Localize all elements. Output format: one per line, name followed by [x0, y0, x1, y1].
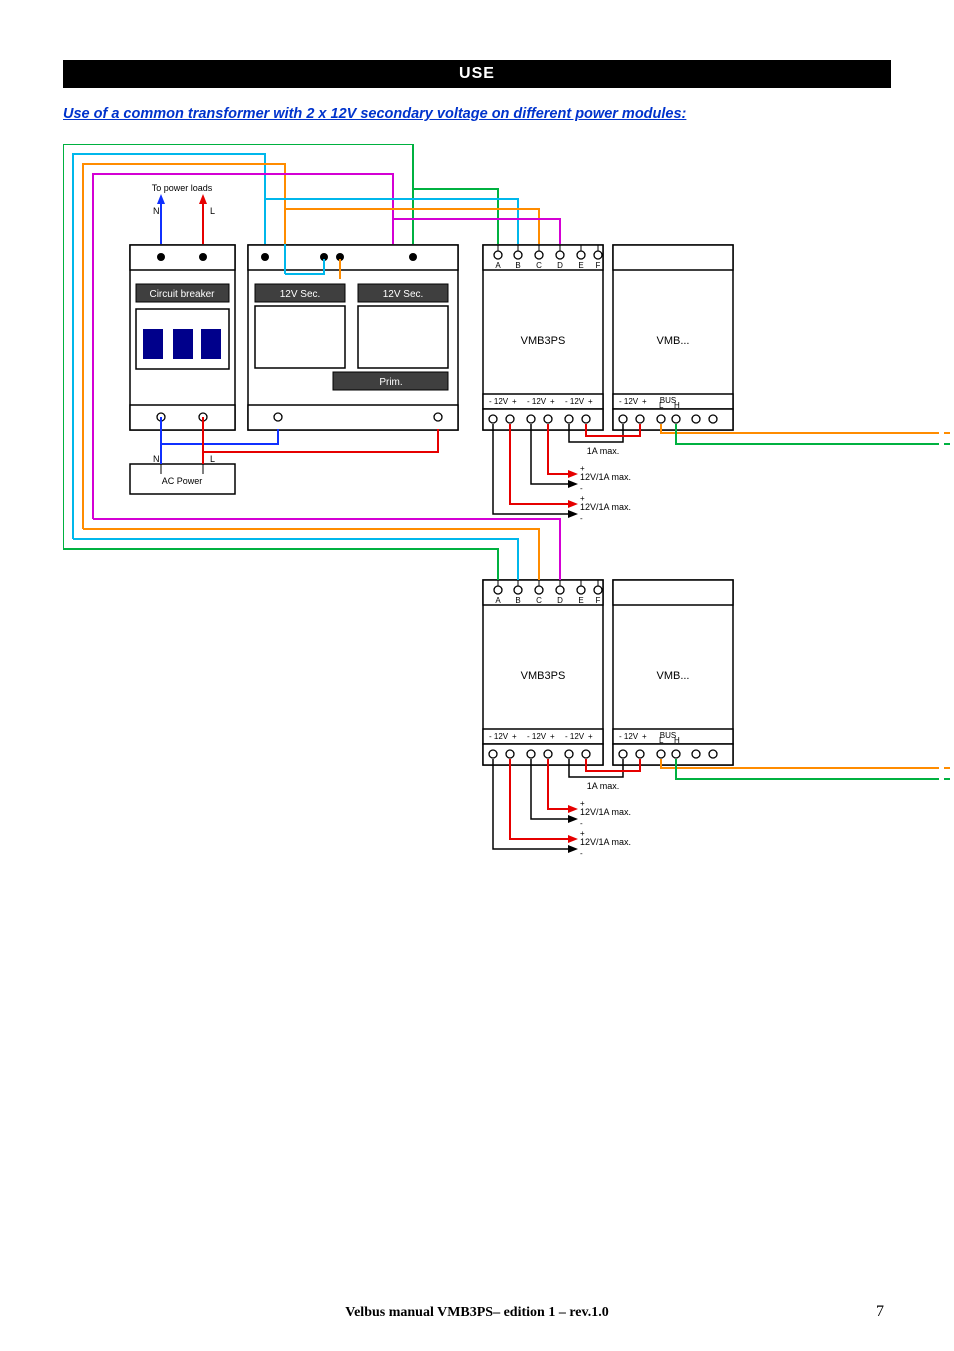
top-module-group: A B C D E F VMB3PS - 12V + - 12V	[483, 245, 933, 523]
term-f-1: F	[596, 261, 601, 270]
svg-text:-: -	[619, 732, 622, 741]
out-1a-2: 1A max.	[587, 781, 620, 791]
svg-text:-: -	[565, 732, 568, 741]
n-label-top: N	[153, 206, 160, 216]
svg-text:+: +	[642, 397, 647, 406]
n-label-bottom: N	[153, 454, 160, 464]
term-d-1: D	[557, 261, 563, 270]
bus-h-2: H	[674, 736, 680, 745]
l-label-top: L	[210, 206, 215, 216]
term-c-2: C	[536, 596, 542, 605]
svg-text:+: +	[550, 397, 555, 406]
out12v-1b: 12V/1A max.	[580, 502, 631, 512]
circuit-breaker-label: Circuit breaker	[149, 289, 215, 300]
out12v-1a: 12V/1A max.	[580, 472, 631, 482]
term-a-2: A	[495, 596, 501, 605]
12v-b1-d: 12V	[624, 397, 639, 406]
bus-l-1: L	[659, 401, 664, 410]
out12v-2b: 12V/1A max.	[580, 837, 631, 847]
vmb3ps-label-1: VMB3PS	[521, 335, 566, 347]
svg-text:+: +	[642, 732, 647, 741]
section-title: Use of a common transformer with 2 x 12V…	[63, 106, 891, 122]
to-power-loads: To power loads	[152, 183, 213, 193]
bus-h-1: H	[674, 401, 680, 410]
12v-b2-d: 12V	[624, 732, 639, 741]
header-title: USE	[459, 65, 495, 82]
wiring-diagram: To power loads N L Circuit breaker	[63, 144, 953, 954]
term-b-2: B	[515, 596, 520, 605]
out12v-2a: 12V/1A max.	[580, 807, 631, 817]
12v-b1-c: 12V	[570, 397, 585, 406]
svg-text:+: +	[588, 397, 593, 406]
page-number: 7	[876, 1303, 884, 1321]
svg-text:+: +	[588, 732, 593, 741]
12v-b2-c: 12V	[570, 732, 585, 741]
sec1-label: 12V Sec.	[280, 289, 321, 300]
ac-power-input: N L AC Power	[130, 454, 235, 494]
svg-text:-: -	[619, 397, 622, 406]
term-e-1: E	[578, 261, 583, 270]
vmb-other-2: VMB...	[656, 670, 689, 682]
term-d-2: D	[557, 596, 563, 605]
sec2-label: 12V Sec.	[383, 289, 424, 300]
term-f-2: F	[596, 596, 601, 605]
svg-text:-: -	[580, 514, 583, 523]
svg-text:-: -	[489, 732, 492, 741]
vmb-other-1: VMB...	[656, 335, 689, 347]
term-a-1: A	[495, 261, 501, 270]
header-bar: USE	[63, 60, 891, 88]
term-b-1: B	[515, 261, 520, 270]
svg-text:-: -	[527, 397, 530, 406]
svg-text:-: -	[565, 397, 568, 406]
12v-b1-a: 12V	[494, 397, 509, 406]
svg-text:-: -	[527, 732, 530, 741]
term-e-2: E	[578, 596, 583, 605]
12v-b2-a: 12V	[494, 732, 509, 741]
l-label-bottom: L	[210, 454, 215, 464]
bus-l-2: L	[659, 736, 664, 745]
ac-power-label: AC Power	[162, 476, 203, 486]
circuit-breaker-module: Circuit breaker	[130, 245, 235, 430]
svg-text:+: +	[550, 732, 555, 741]
transformer-module: 12V Sec. 12V Sec. Prim.	[248, 245, 458, 430]
svg-text:-: -	[580, 484, 583, 493]
footer-text: Velbus manual VMB3PS– edition 1 – rev.1.…	[0, 1305, 954, 1321]
12v-b2-b: 12V	[532, 732, 547, 741]
svg-text:-: -	[580, 849, 583, 858]
prim-label: Prim.	[379, 377, 402, 388]
svg-text:+: +	[512, 732, 517, 741]
svg-text:-: -	[580, 819, 583, 828]
term-c-1: C	[536, 261, 542, 270]
bottom-module-group: A B C D E F VMB3PS - 12V + - 12V +	[483, 580, 933, 858]
svg-text:+: +	[512, 397, 517, 406]
svg-text:-: -	[489, 397, 492, 406]
12v-b1-b: 12V	[532, 397, 547, 406]
out-1a-1: 1A max.	[587, 446, 620, 456]
vmb3ps-label-2: VMB3PS	[521, 670, 566, 682]
